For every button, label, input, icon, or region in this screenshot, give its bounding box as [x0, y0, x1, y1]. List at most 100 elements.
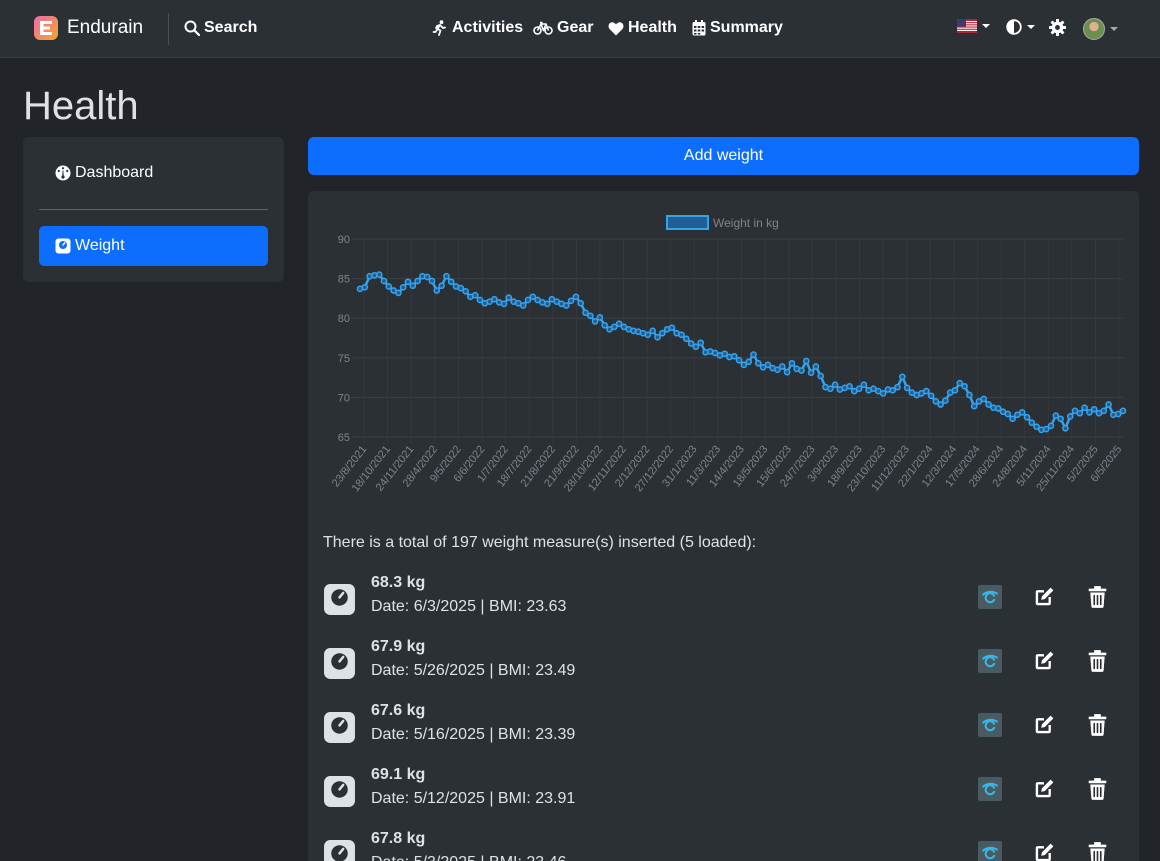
strava-sync-icon — [977, 584, 1003, 610]
edit-weight-button[interactable] — [1031, 584, 1057, 610]
data-point — [1066, 413, 1074, 420]
data-point — [519, 302, 527, 309]
sidebar-divider — [39, 209, 268, 210]
weight-entry: 68.3 kg Date: 6/3/2025 | BMI: 23.63 — [323, 574, 1123, 638]
settings-button[interactable] — [1049, 19, 1066, 36]
data-point — [1023, 413, 1031, 421]
strava-sync-icon — [977, 776, 1003, 802]
edit-weight-button[interactable] — [1031, 712, 1057, 738]
avatar — [1083, 18, 1105, 40]
delete-weight-button[interactable] — [1084, 712, 1110, 738]
data-point — [1081, 404, 1088, 412]
delete-weight-button[interactable] — [1084, 648, 1110, 674]
data-point — [414, 277, 421, 285]
legend-swatch — [666, 215, 709, 230]
data-point — [898, 373, 906, 381]
y-tick-label: 80 — [338, 313, 350, 325]
weight-scale-icon — [323, 647, 356, 680]
theme-dropdown[interactable] — [1006, 19, 1035, 35]
gear-icon — [1049, 19, 1066, 36]
brand[interactable]: Endurain — [34, 16, 143, 40]
data-point — [754, 359, 762, 367]
strava-sync-icon — [977, 648, 1003, 674]
data-point — [654, 333, 661, 341]
data-point — [750, 351, 757, 358]
data-point — [462, 287, 469, 295]
edit-weight-button[interactable] — [1031, 648, 1057, 674]
weight-value: 67.9 kg — [371, 638, 426, 655]
add-weight-button[interactable]: Add weight — [308, 137, 1139, 175]
y-tick-label: 65 — [338, 432, 350, 444]
data-point — [668, 324, 676, 332]
data-point — [438, 282, 445, 290]
brand-name: Endurain — [67, 17, 144, 38]
nav-summary[interactable]: Summary — [692, 19, 783, 37]
y-tick-label: 70 — [338, 392, 350, 404]
calendar-icon — [692, 20, 706, 36]
nav-gear[interactable]: Gear — [533, 19, 593, 37]
data-point — [591, 318, 599, 325]
edit-weight-button[interactable] — [1031, 840, 1057, 861]
data-point — [807, 369, 815, 377]
nav-activities[interactable]: Activities — [432, 19, 523, 37]
data-point — [1018, 409, 1026, 416]
edit-icon — [1033, 842, 1055, 861]
edit-icon — [1033, 714, 1055, 736]
data-point — [385, 283, 393, 290]
delete-weight-button[interactable] — [1084, 840, 1110, 861]
data-point — [1057, 415, 1064, 423]
data-point — [692, 343, 700, 351]
data-point — [860, 381, 868, 389]
trash-icon — [1088, 586, 1107, 608]
data-point — [980, 395, 988, 403]
contrast-icon — [1006, 19, 1022, 35]
language-dropdown[interactable] — [957, 19, 990, 33]
weight-entry: 69.1 kg Date: 5/12/2025 | BMI: 23.91 — [323, 766, 1123, 830]
data-point — [1028, 419, 1036, 427]
chevron-down-icon — [1110, 27, 1118, 31]
edit-weight-button[interactable] — [1031, 776, 1057, 802]
data-point — [1004, 410, 1012, 418]
data-point — [1062, 424, 1069, 432]
data-point — [1119, 407, 1127, 415]
weight-entry: 67.6 kg Date: 5/16/2025 | BMI: 23.39 — [323, 702, 1123, 766]
sidebar-item-dashboard[interactable]: Dashboard — [39, 153, 268, 193]
nav-search[interactable]: Search — [184, 19, 257, 37]
data-point — [423, 273, 431, 281]
data-point — [596, 314, 604, 321]
nav-health-label: Health — [628, 19, 677, 36]
data-point — [443, 272, 450, 280]
data-point — [543, 300, 551, 308]
data-point — [404, 278, 412, 286]
weight-scale-icon — [323, 583, 356, 616]
weight-value: 67.8 kg — [371, 830, 426, 847]
legend-label: Weight in kg — [713, 216, 779, 230]
weight-entry: 67.8 kg Date: 5/3/2025 | BMI: 23.46 — [323, 830, 1123, 861]
page-title: Health — [23, 84, 139, 128]
user-menu[interactable] — [1083, 18, 1118, 40]
weight-date-bmi: Date: 5/12/2025 | BMI: 23.91 — [371, 790, 576, 807]
data-point — [778, 363, 786, 370]
data-point — [572, 293, 580, 301]
data-point — [817, 372, 825, 380]
nav-gear-label: Gear — [557, 19, 594, 36]
strava-sync-icon — [977, 712, 1003, 738]
data-point — [922, 387, 930, 395]
search-icon — [184, 20, 200, 36]
sidebar-item-weight[interactable]: Weight — [39, 226, 268, 266]
delete-weight-button[interactable] — [1084, 584, 1110, 610]
chevron-down-icon — [982, 24, 990, 28]
data-point — [644, 331, 652, 339]
chevron-down-icon — [1027, 25, 1035, 29]
data-point — [966, 391, 973, 399]
data-point — [1090, 405, 1098, 413]
running-icon — [432, 20, 446, 36]
weight-scale-icon — [323, 711, 356, 744]
data-point — [1076, 409, 1084, 417]
bicycle-icon — [533, 21, 553, 35]
nav-health[interactable]: Health — [608, 19, 677, 37]
data-point — [903, 384, 911, 392]
y-tick-label: 90 — [338, 234, 350, 246]
weight-date-bmi: Date: 5/3/2025 | BMI: 23.46 — [371, 854, 566, 861]
delete-weight-button[interactable] — [1084, 776, 1110, 802]
